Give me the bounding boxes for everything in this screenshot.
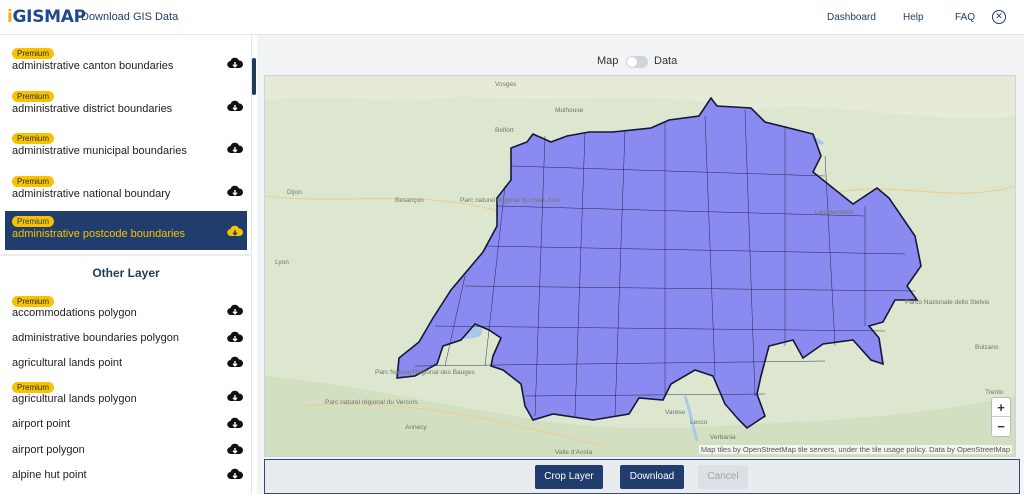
layer-item-airport-polygon[interactable]: airport polygon (5, 437, 247, 462)
toggle-knob (627, 57, 637, 67)
premium-badge: Premium (12, 216, 55, 227)
map-place-label: Dijon (287, 189, 302, 196)
cloud-download-icon[interactable] (227, 417, 243, 431)
nav-help[interactable]: Help (903, 12, 924, 23)
cloud-download-icon[interactable] (227, 390, 243, 404)
map-place-label: Parc Naturel Régional des Bauges (375, 369, 475, 376)
map-place-label: Belfort (495, 127, 514, 134)
premium-badge: Premium (12, 48, 55, 59)
map-place-label: Varese (665, 409, 685, 416)
cloud-download-icon[interactable] (227, 304, 243, 318)
layer-item-district[interactable]: Premium administrative district boundari… (5, 86, 247, 125)
close-icon[interactable]: ✕ (992, 10, 1006, 24)
layer-label: accommodations polygon (12, 307, 137, 319)
layer-item-alpine-hut[interactable]: alpine hut point (5, 462, 247, 487)
layer-sidebar: Premium administrative canton boundaries… (0, 35, 252, 494)
nav-faq[interactable]: FAQ (955, 12, 975, 23)
app-header: iGISMAP Download GIS Data Dashboard Help… (0, 0, 1024, 35)
layer-item-agri-point[interactable]: agricultural lands point (5, 350, 247, 375)
map-place-label: Mulhouse (555, 107, 584, 114)
layer-item-postcode[interactable]: Premium administrative postcode boundari… (5, 211, 247, 250)
cloud-download-icon[interactable] (227, 100, 243, 114)
toggle-map-label[interactable]: Map (597, 55, 618, 67)
layer-label: administrative district boundaries (12, 103, 173, 115)
map-place-label: Valle d'Aosta (555, 449, 593, 456)
map-place-label: Besançon (395, 197, 424, 204)
premium-badge: Premium (12, 176, 55, 187)
layer-item-canton[interactable]: Premium administrative canton boundaries (5, 43, 247, 82)
zoom-control: + − (991, 397, 1011, 437)
layer-label: administrative boundaries polygon (12, 332, 179, 344)
layer-item-admin-polygon[interactable]: administrative boundaries polygon (5, 325, 247, 350)
gismap-logo[interactable]: iGISMAP (7, 7, 86, 29)
premium-badge: Premium (12, 133, 55, 144)
cancel-button[interactable]: Cancel (698, 465, 748, 489)
map-canvas[interactable]: Vosges Mulhouse Belfort Dijon Besançon Parc n… (265, 76, 1016, 457)
cloud-download-icon[interactable] (227, 468, 243, 482)
cloud-download-icon[interactable] (227, 57, 243, 71)
layer-label: administrative national boundary (12, 188, 171, 200)
premium-badge: Premium (12, 382, 55, 393)
page-title: Download GIS Data (81, 11, 179, 23)
map-place-label: Lecco (690, 419, 708, 426)
download-button[interactable]: Download (620, 465, 684, 489)
cloud-download-icon[interactable] (227, 185, 243, 199)
map-place-label: Parc naturel régional du Haut-Jura (460, 197, 560, 204)
layer-item-airport-point[interactable]: airport point (5, 411, 247, 436)
section-divider (0, 254, 251, 256)
layer-item-accommodations[interactable]: Premium accommodations polygon (5, 291, 247, 325)
zoom-out-button[interactable]: − (992, 417, 1010, 436)
logo-text: GISMAP (12, 7, 87, 27)
map-place-label: Lyon (275, 259, 289, 266)
cloud-download-icon[interactable] (227, 331, 243, 345)
map-place-label: Vosges (495, 81, 517, 88)
other-layer-title: Other Layer (92, 266, 160, 280)
layer-label: airport point (12, 418, 71, 430)
map-place-label: Parc naturel régional du Vercors (325, 399, 419, 406)
cloud-download-icon[interactable] (227, 225, 243, 239)
map-place-label: Verbania (710, 434, 736, 441)
main-panel: Map Data Vosges Mulhouse Belfort Dijon Besan… (257, 35, 1024, 494)
map-attribution[interactable]: Map tiles by OpenStreetMap tile servers,… (698, 445, 1012, 454)
action-bar: Crop Layer Download Cancel (264, 459, 1020, 494)
cloud-download-icon[interactable] (227, 356, 243, 370)
map-place-label: Liechtenstein (815, 209, 854, 216)
layer-label: administrative postcode boundaries (12, 228, 186, 240)
map-place-label: Parco Nazionale dello Stelvio (905, 299, 990, 306)
cloud-download-icon[interactable] (227, 142, 243, 156)
layer-item-national[interactable]: Premium administrative national boundary (5, 171, 247, 210)
nav-dashboard[interactable]: Dashboard (827, 12, 876, 23)
cloud-download-icon[interactable] (227, 443, 243, 457)
toggle-data-label[interactable]: Data (654, 55, 677, 67)
layer-label: agricultural lands polygon (12, 393, 137, 405)
zoom-in-button[interactable]: + (992, 398, 1010, 417)
layer-label: agricultural lands point (12, 357, 123, 369)
layer-label: airport polygon (12, 444, 85, 456)
map-place-label: Bolzano (975, 344, 999, 351)
layer-item-agri-polygon[interactable]: Premium agricultural lands polygon (5, 377, 247, 411)
toggle-switch[interactable] (626, 56, 648, 68)
layer-label: administrative municipal boundaries (12, 145, 187, 157)
map-view[interactable]: Vosges Mulhouse Belfort Dijon Besançon Parc n… (264, 75, 1016, 457)
layer-item-municipal[interactable]: Premium administrative municipal boundar… (5, 128, 247, 167)
map-place-label: Annecy (405, 424, 427, 431)
premium-badge: Premium (12, 296, 55, 307)
sidebar-scrollbar[interactable] (252, 58, 256, 95)
crop-layer-button[interactable]: Crop Layer (535, 465, 603, 489)
premium-badge: Premium (12, 91, 55, 102)
layer-label: alpine hut point (12, 469, 87, 481)
layer-label: administrative canton boundaries (12, 60, 174, 72)
map-place-label: Trento (985, 389, 1004, 396)
